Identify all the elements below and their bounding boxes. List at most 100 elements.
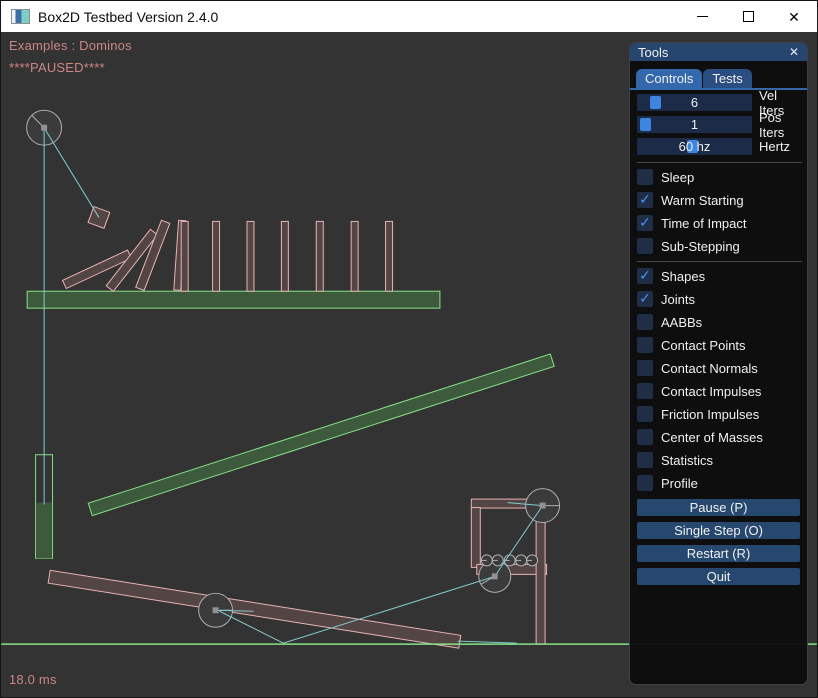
checkbox-box[interactable] (637, 360, 653, 376)
body-rect (181, 221, 188, 291)
separator (637, 162, 802, 163)
joint-anchor-point (213, 607, 219, 613)
checkbox-statistics[interactable]: Statistics (637, 452, 800, 468)
checkbox-label: Profile (661, 476, 698, 491)
check-icon[interactable]: ✓ (637, 268, 653, 284)
checkbox-label: AABBs (661, 315, 702, 330)
checkbox-sub-stepping[interactable]: Sub-Stepping (637, 238, 800, 254)
body-rect (536, 507, 545, 645)
checkbox-warm-starting[interactable]: ✓ Warm Starting (637, 192, 800, 208)
slider-track[interactable]: 6 (637, 94, 752, 111)
window-titlebar: Box2D Testbed Version 2.4.0 ✕ (1, 1, 817, 32)
button-single-step-o[interactable]: Single Step (O) (637, 522, 800, 539)
checkbox-center-of-masses[interactable]: Center of Masses (637, 429, 800, 445)
checkbox-box[interactable] (637, 383, 653, 399)
slider-label: Hertz (759, 139, 790, 154)
checkbox-contact-points[interactable]: Contact Points (637, 337, 800, 353)
minimize-icon (697, 16, 708, 17)
checkbox-label: Contact Impulses (661, 384, 761, 399)
body-rect (36, 503, 52, 559)
check-icon[interactable]: ✓ (637, 215, 653, 231)
maximize-icon (743, 11, 754, 22)
checkbox-time-of-impact[interactable]: ✓ Time of Impact (637, 215, 800, 231)
checkbox-label: Joints (661, 292, 695, 307)
checkbox-box[interactable] (637, 169, 653, 185)
body-rect (88, 354, 554, 516)
checkbox-box[interactable] (637, 238, 653, 254)
checkbox-box[interactable] (637, 452, 653, 468)
slider-hertz[interactable]: 60 hz Hertz (637, 138, 800, 155)
panel-close-icon[interactable]: ✕ (789, 46, 799, 58)
slider-label: Pos Iters (759, 110, 800, 140)
checkbox-box[interactable] (637, 406, 653, 422)
slider-track[interactable]: 60 hz (637, 138, 752, 155)
slider-track[interactable]: 1 (637, 116, 752, 133)
draw-checkbox-group: ✓Shapes✓JointsAABBsContact PointsContact… (637, 268, 800, 491)
checkbox-label: Sub-Stepping (661, 239, 740, 254)
checkbox-label: Friction Impulses (661, 407, 759, 422)
checkbox-box[interactable] (637, 475, 653, 491)
tools-panel-title: Tools (638, 45, 668, 60)
slider-pos-iters[interactable]: 1Pos Iters (637, 116, 800, 133)
checkbox-joints[interactable]: ✓ Joints (637, 291, 800, 307)
app-window: Box2D Testbed Version 2.4.0 ✕ Examples :… (0, 0, 818, 698)
body-rect (471, 508, 480, 568)
joint-anchor-point (492, 573, 498, 579)
tab-bar: ControlsTests (630, 61, 807, 90)
check-icon[interactable]: ✓ (637, 291, 653, 307)
slider-value: 60 hz (637, 138, 752, 155)
check-icon[interactable]: ✓ (637, 192, 653, 208)
checkbox-profile[interactable]: Profile (637, 475, 800, 491)
tab-controls[interactable]: Controls (636, 69, 702, 88)
example-label: Examples : Dominos (9, 38, 132, 53)
separator (637, 261, 802, 262)
joint-line (44, 128, 99, 218)
slider-vel-iters[interactable]: 6Vel Iters (637, 94, 800, 111)
checkbox-label: Contact Normals (661, 361, 758, 376)
body-rect (48, 570, 461, 648)
joint-line (458, 641, 517, 643)
checkbox-label: Sleep (661, 170, 694, 185)
checkbox-label: Statistics (661, 453, 713, 468)
solver-checkbox-group: Sleep ✓ Warm Starting ✓ Time of Impact Sub-St… (637, 169, 800, 254)
checkbox-aabbs[interactable]: AABBs (637, 314, 800, 330)
checkbox-friction-impulses[interactable]: Friction Impulses (637, 406, 800, 422)
checkbox-sleep[interactable]: Sleep (637, 169, 800, 185)
button-pause-p[interactable]: Pause (P) (637, 499, 800, 516)
tools-panel-titlebar[interactable]: Tools ✕ (630, 43, 807, 61)
checkbox-box[interactable] (637, 337, 653, 353)
checkbox-label: Warm Starting (661, 193, 744, 208)
body-rect (27, 291, 440, 308)
tab-tests[interactable]: Tests (703, 69, 751, 88)
checkbox-contact-impulses[interactable]: Contact Impulses (637, 383, 800, 399)
checkbox-label: Center of Masses (661, 430, 763, 445)
joint-anchor-point (41, 125, 47, 131)
tools-panel-body: 6Vel Iters1Pos Iters60 hzHertz Sleep✓War… (630, 90, 807, 585)
window-controls: ✕ (679, 1, 817, 32)
checkbox-label: Time of Impact (661, 216, 746, 231)
checkbox-contact-normals[interactable]: Contact Normals (637, 360, 800, 376)
action-buttons: Pause (P) Single Step (O) Restart (R) Quit (637, 499, 800, 585)
iteration-sliders: 6Vel Iters1Pos Iters60 hzHertz (637, 94, 800, 155)
minimize-button[interactable] (679, 1, 725, 32)
body-rect (281, 221, 288, 291)
checkbox-shapes[interactable]: ✓Shapes (637, 268, 800, 284)
slider-value: 6 (637, 94, 752, 111)
slider-value: 1 (637, 116, 752, 133)
maximize-button[interactable] (725, 1, 771, 32)
frame-time-label: 18.0 ms (9, 672, 57, 687)
body-rect (247, 221, 254, 291)
checkbox-label: Contact Points (661, 338, 746, 353)
checkbox-box[interactable] (637, 429, 653, 445)
button-restart-r[interactable]: Restart (R) (637, 545, 800, 562)
button-quit[interactable]: Quit (637, 568, 800, 585)
checkbox-box[interactable] (637, 314, 653, 330)
paused-label: ****PAUSED**** (9, 60, 105, 75)
window-title: Box2D Testbed Version 2.4.0 (38, 9, 218, 25)
joint-anchor-point (540, 503, 546, 509)
tools-panel: Tools ✕ ControlsTests 6Vel Iters1Pos Ite… (629, 42, 808, 685)
body-rect (351, 221, 358, 291)
body-rect (213, 221, 220, 291)
close-button[interactable]: ✕ (771, 1, 817, 32)
body-rect (386, 221, 393, 291)
